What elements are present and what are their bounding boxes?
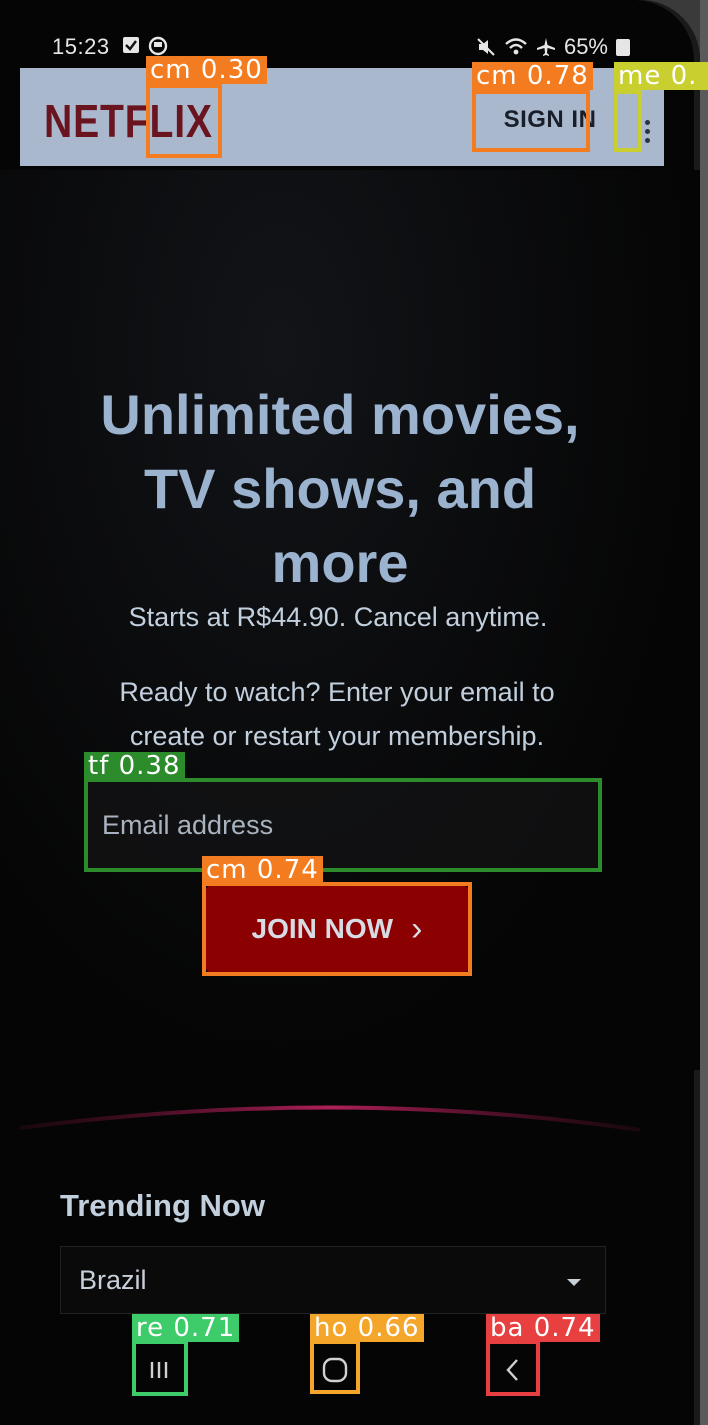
chevron-right-icon: › <box>411 909 423 948</box>
join-now-button[interactable]: JOIN NOW › <box>206 886 468 972</box>
battery-icon <box>616 38 630 56</box>
detection-label: ho 0.66 <box>310 1314 424 1342</box>
airplane-mode-icon <box>536 38 555 56</box>
detection-label: cm 0.78 <box>472 62 593 90</box>
device-edge <box>700 0 708 1425</box>
detection-label: me 0. <box>614 62 708 90</box>
price-subtitle: Starts at R$44.90. Cancel anytime. <box>128 602 548 632</box>
sign-in-button[interactable]: SIGN IN <box>492 98 608 142</box>
recents-icon <box>150 1362 168 1378</box>
region-select[interactable]: Brazil <box>60 1246 606 1314</box>
home-icon <box>322 1357 348 1383</box>
recents-button[interactable] <box>132 1344 186 1396</box>
back-button[interactable] <box>486 1344 540 1396</box>
wifi-icon <box>505 38 527 55</box>
home-button[interactable] <box>308 1344 362 1396</box>
app-notification-icon <box>148 36 168 56</box>
hero-section: Unlimited movies, TV shows, and more Sta… <box>0 170 700 1070</box>
back-icon <box>506 1359 518 1381</box>
join-now-label: JOIN NOW <box>251 913 394 944</box>
detection-label: cm 0.74 <box>202 856 323 884</box>
trending-now-heading: Trending Now <box>60 1188 265 1223</box>
email-prompt: Ready to watch? Enter your email to crea… <box>119 677 555 751</box>
mute-icon <box>477 38 495 56</box>
netflix-logo[interactable]: NETFLIX <box>44 94 213 148</box>
detection-label: cm 0.30 <box>146 56 267 84</box>
phone-screen: 15:23 65% NETFLIX SIGN IN Unlimited movi… <box>0 0 700 1425</box>
more-options-icon[interactable] <box>634 104 660 158</box>
decorative-curve <box>19 1105 641 1132</box>
detection-label: ba 0.74 <box>486 1314 600 1342</box>
status-time: 15:23 <box>52 34 110 59</box>
region-value: Brazil <box>79 1265 147 1295</box>
detection-label: re 0.71 <box>132 1314 240 1342</box>
caret-down-icon <box>567 1279 581 1286</box>
checkbox-notification-icon <box>123 37 139 53</box>
detection-label: tf 0.38 <box>84 752 185 780</box>
battery-percent: 65% <box>563 34 608 59</box>
hero-title: Unlimited movies, TV shows, and more <box>100 383 580 594</box>
email-field[interactable] <box>84 780 600 870</box>
